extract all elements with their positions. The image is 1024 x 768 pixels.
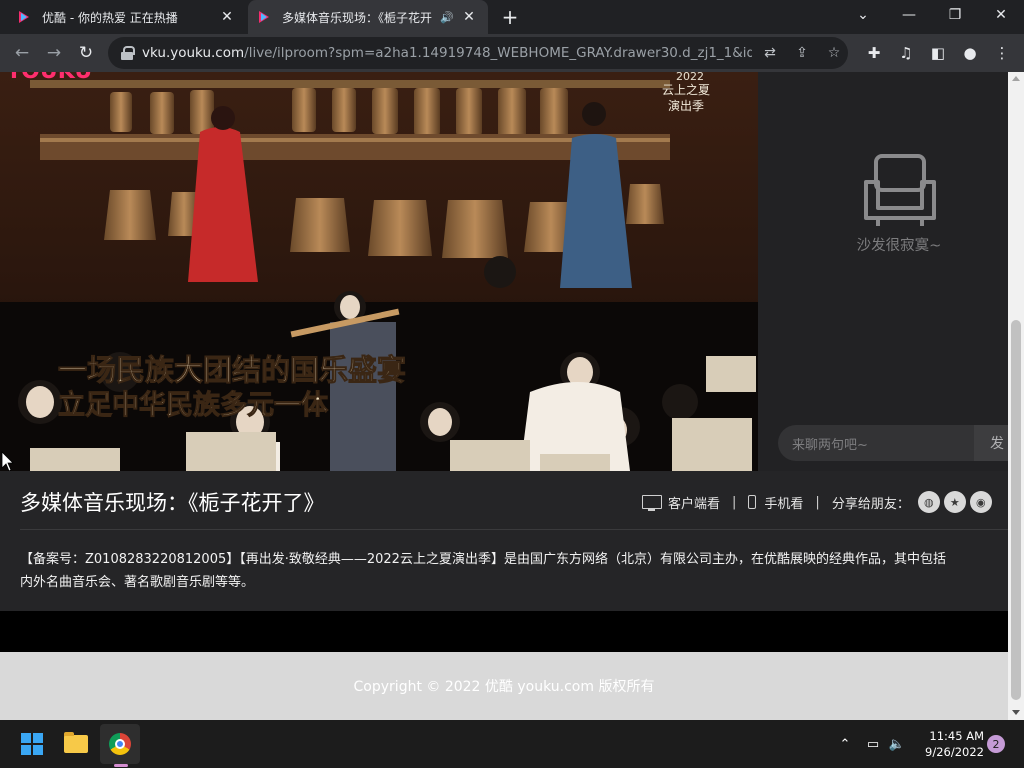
- extensions-icon[interactable]: ✚: [862, 41, 886, 65]
- client-watch-link[interactable]: 客户端看: [668, 493, 720, 512]
- live-video-player[interactable]: YOUKU 2022 云上之夏 演出季 一场民族大团结的国乐盛宴 立足中华民族多…: [0, 72, 758, 471]
- start-button[interactable]: [12, 724, 52, 764]
- close-tab-icon[interactable]: ✕: [460, 8, 478, 26]
- youku-favicon-icon: [258, 10, 272, 24]
- browser-toolbar: ← → ↻ vku.youku.com/live/ilproom?spm=a2h…: [0, 34, 1024, 72]
- bookmark-star-icon[interactable]: ☆: [824, 43, 844, 63]
- page-footer: Copyright © 2022 优酷 youku.com 版权所有: [0, 652, 1008, 720]
- browser-tab-strip: 优酷 - 你的热爱 正在热播 ✕ 多媒体音乐现场：《栀子花开 🔊 ✕ + ⌄ —…: [0, 0, 1024, 34]
- address-bar[interactable]: vku.youku.com/live/ilproom?spm=a2ha1.149…: [108, 37, 848, 69]
- wechat-icon[interactable]: ◍: [917, 491, 940, 513]
- page-title: 多媒体音乐现场：《栀子花开了》: [20, 491, 325, 515]
- phone-icon[interactable]: [748, 495, 757, 509]
- qzone-star-icon[interactable]: ★: [943, 491, 966, 513]
- file-explorer-button[interactable]: [56, 724, 96, 764]
- notification-badge[interactable]: 2: [987, 735, 1005, 753]
- tab-title: 优酷 - 你的热爱 正在热播: [42, 10, 178, 25]
- forward-icon[interactable]: →: [40, 39, 68, 67]
- new-tab-button[interactable]: +: [498, 5, 522, 29]
- minimize-icon[interactable]: —: [886, 0, 932, 30]
- scroll-up-icon[interactable]: [1012, 76, 1020, 81]
- network-icon[interactable]: ▭: [864, 734, 882, 754]
- weibo-icon[interactable]: ◉: [969, 491, 992, 513]
- close-window-icon[interactable]: ✕: [978, 0, 1024, 30]
- sofa-icon: [864, 154, 936, 226]
- badge-line2: 演出季: [668, 98, 704, 113]
- caption-line1: 一场民族大团结的国乐盛宴: [58, 353, 406, 387]
- screen: 优酷 - 你的热爱 正在热播 ✕ 多媒体音乐现场：《栀子花开 🔊 ✕ + ⌄ —…: [0, 0, 1024, 768]
- monitor-icon[interactable]: [642, 495, 662, 511]
- url-text[interactable]: vku.youku.com/live/ilproom?spm=a2ha1.149…: [142, 45, 752, 61]
- active-app-indicator: [114, 764, 128, 767]
- media-control-icon[interactable]: ♫: [894, 41, 918, 65]
- menu-icon[interactable]: ⋮: [990, 41, 1014, 65]
- clock-date: 9/26/2022: [925, 745, 984, 759]
- mobile-watch-link[interactable]: 手机看: [764, 493, 803, 512]
- tab-search-icon[interactable]: ⌄: [840, 0, 886, 30]
- speaker-icon[interactable]: 🔊: [440, 11, 454, 24]
- folder-icon: [64, 732, 88, 753]
- scroll-down-icon[interactable]: [1012, 710, 1020, 715]
- tab-music-live[interactable]: 多媒体音乐现场：《栀子花开 🔊 ✕: [248, 0, 488, 34]
- windows-taskbar: ⌃ ▭ 🔈 11:45 AM 9/26/2022: [0, 720, 1024, 768]
- copyright-text: Copyright © 2022 优酷 youku.com 版权所有: [353, 679, 655, 695]
- chat-panel: 沙发很寂寞~ 来聊两句吧~ 发: [758, 72, 1008, 471]
- youku-favicon-icon: [18, 10, 32, 24]
- web-page: YOUKU 2022 云上之夏 演出季 一场民族大团结的国乐盛宴 立足中华民族多…: [0, 72, 1008, 720]
- share-label: 分享给朋友：: [831, 496, 910, 512]
- back-icon[interactable]: ←: [8, 39, 36, 67]
- badge-line1: 云上之夏: [662, 83, 710, 97]
- spacer: [0, 611, 1008, 652]
- reload-icon[interactable]: ↻: [72, 39, 100, 67]
- page-scrollbar[interactable]: [1008, 72, 1024, 720]
- windows-logo-icon: [21, 733, 43, 755]
- close-tab-icon[interactable]: ✕: [218, 8, 236, 26]
- chat-empty-message: 沙发很寂寞~: [856, 238, 942, 254]
- badge-year: 2022: [676, 72, 704, 83]
- chrome-taskbar-button[interactable]: [100, 724, 140, 764]
- chat-input[interactable]: 来聊两句吧~: [778, 425, 974, 461]
- restore-icon[interactable]: ❐: [932, 0, 978, 30]
- divider: [20, 529, 1008, 530]
- lock-icon[interactable]: [120, 46, 135, 60]
- side-panel-icon[interactable]: ◧: [926, 41, 950, 65]
- scrollbar-thumb[interactable]: [1011, 320, 1021, 700]
- clock-time: 11:45 AM: [929, 729, 984, 743]
- youku-logo: YOUKU: [5, 72, 92, 84]
- caption-line2: 立足中华民族多元一体: [58, 389, 329, 421]
- video-info: 多媒体音乐现场：《栀子花开了》 客户端看 | 手机看 | 分享给朋友： ◍ ★ …: [0, 471, 1008, 611]
- watch-share-bar: 客户端看 | 手机看 | 分享给朋友： ◍ ★ ◉: [642, 491, 992, 513]
- system-clock[interactable]: 11:45 AM 9/26/2022: [912, 728, 984, 760]
- tab-youku-home[interactable]: 优酷 - 你的热爱 正在热播 ✕: [8, 0, 246, 34]
- video-description: 【备案号：Z0108283220812005】【再出发·致敬经典——2022云上…: [20, 552, 946, 590]
- volume-icon[interactable]: 🔈: [888, 734, 906, 754]
- send-button[interactable]: 发: [974, 425, 1008, 461]
- separator: |: [732, 494, 737, 510]
- share-icon[interactable]: ⇪: [792, 43, 812, 63]
- separator: |: [815, 494, 820, 510]
- profile-icon[interactable]: ●: [958, 41, 982, 65]
- tab-title: 多媒体音乐现场：《栀子花开: [282, 10, 433, 25]
- chevron-up-icon[interactable]: ⌃: [836, 734, 854, 754]
- chrome-icon: [109, 733, 131, 755]
- translate-icon[interactable]: ⇄: [760, 43, 780, 63]
